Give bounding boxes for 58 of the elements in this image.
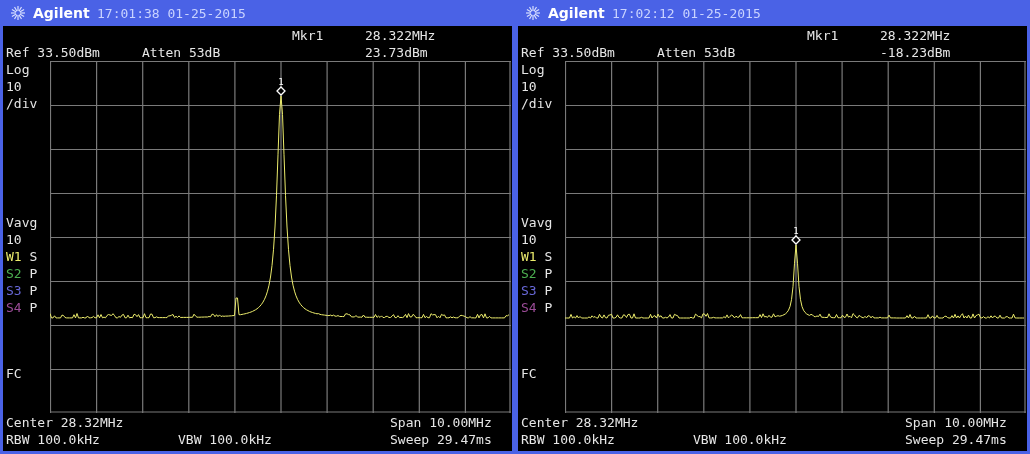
marker-frequency: 28.322MHz (365, 26, 437, 44)
trace-mode: S (29, 249, 38, 264)
trace-id: S2 (521, 266, 537, 281)
video-bandwidth: VBW 100.0kHz (693, 431, 788, 448)
trace-mode: P (29, 300, 38, 315)
trace-id: W1 (6, 249, 22, 264)
average-label: Vavg (521, 214, 554, 231)
trace-id: S2 (6, 266, 22, 281)
center-frequency: Center 28.32MHz (6, 414, 125, 431)
starburst-icon (525, 5, 541, 21)
frequency-span: Span 10.00MHz (390, 414, 493, 431)
marker-diamond-icon (791, 235, 801, 245)
resolution-bandwidth: RBW 100.0kHz (6, 431, 101, 448)
scale-label: Log (521, 61, 546, 78)
video-bandwidth: VBW 100.0kHz (178, 431, 273, 448)
trace-id: S4 (521, 300, 537, 315)
average-label: 10 (521, 231, 538, 248)
attenuation: Atten 53dB (142, 43, 222, 61)
marker-diamond-icon (276, 86, 286, 96)
sweep-time: Sweep 29.47ms (905, 431, 1008, 448)
average-label: Vavg (6, 214, 39, 231)
scale-label: /div (521, 95, 554, 112)
trace-mode: S (544, 249, 553, 264)
scale-label: Log (6, 61, 31, 78)
starburst-icon (10, 5, 26, 21)
marker-label: 1 (278, 77, 284, 87)
trace-mode: P (544, 283, 553, 298)
scale-label: 10 (521, 78, 538, 95)
marker-name: Mkr1 (292, 26, 325, 44)
average-label: 10 (6, 231, 23, 248)
marker-frequency: 28.322MHz (880, 26, 952, 44)
marker-label: 1 (793, 226, 799, 236)
brand-name: Agilent (33, 5, 91, 21)
coupling-label: FC (6, 365, 23, 382)
trace-id: S3 (521, 283, 537, 298)
trace-mode: P (544, 300, 553, 315)
trace-id: S4 (6, 300, 22, 315)
marker-amplitude: -18.23dBm (880, 43, 952, 61)
scale-label: /div (6, 95, 39, 112)
timestamp: 17:02:12 01-25-2015 (612, 5, 761, 21)
center-frequency: Center 28.32MHz (521, 414, 640, 431)
trace-mode: P (29, 283, 38, 298)
resolution-bandwidth: RBW 100.0kHz (521, 431, 616, 448)
trace-mode: P (29, 266, 38, 281)
frequency-span: Span 10.00MHz (905, 414, 1008, 431)
trace-id: S3 (6, 283, 22, 298)
trace-mode: P (544, 266, 553, 281)
brand-name: Agilent (548, 5, 606, 21)
marker-amplitude: 23.73dBm (365, 43, 429, 61)
sweep-time: Sweep 29.47ms (390, 431, 493, 448)
marker-name: Mkr1 (807, 26, 840, 44)
timestamp: 17:01:38 01-25-2015 (97, 5, 246, 21)
coupling-label: FC (521, 365, 538, 382)
reference-level: Ref 33.50dBm (521, 43, 616, 61)
reference-level: Ref 33.50dBm (6, 43, 101, 61)
scale-label: 10 (6, 78, 23, 95)
attenuation: Atten 53dB (657, 43, 737, 61)
trace-id: W1 (521, 249, 537, 264)
